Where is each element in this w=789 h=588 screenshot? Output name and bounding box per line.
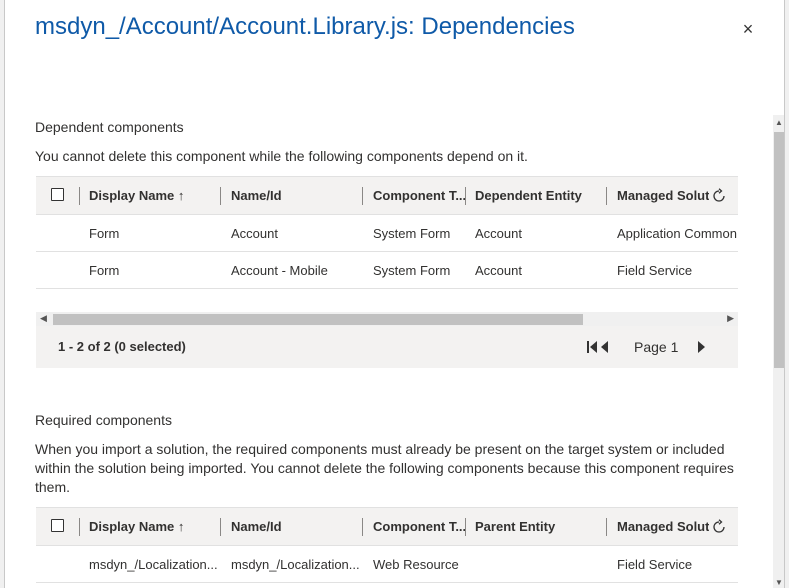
column-separator	[79, 518, 80, 536]
column-separator	[362, 187, 363, 205]
column-separator	[79, 187, 80, 205]
vertical-scrollbar[interactable]: ▲ ▼	[773, 115, 784, 588]
cell-managed-solution: Application Common	[617, 226, 737, 241]
cell-component-type: System Form	[373, 226, 451, 241]
grid-empty-space	[36, 289, 738, 312]
column-managed-solution[interactable]: Managed Solut	[617, 508, 709, 546]
cell-display-name: msdyn_/Localization...	[89, 557, 218, 572]
refresh-icon[interactable]	[710, 187, 728, 205]
scroll-right-icon[interactable]: ▶	[727, 313, 734, 324]
scroll-up-icon[interactable]: ▲	[775, 118, 783, 127]
required-section-title: Required components	[35, 412, 172, 428]
scroll-down-icon[interactable]: ▼	[775, 578, 783, 587]
column-separator	[606, 518, 607, 536]
column-display-name[interactable]: Display Name ↑	[89, 177, 219, 215]
scroll-left-icon[interactable]: ◀	[40, 313, 47, 324]
column-name-id[interactable]: Name/Id	[231, 177, 361, 215]
column-name-id[interactable]: Name/Id	[231, 508, 361, 546]
refresh-icon[interactable]	[710, 518, 728, 536]
cell-component-type: System Form	[373, 263, 451, 278]
dialog-title: msdyn_/Account/Account.Library.js: Depen…	[35, 13, 575, 40]
column-separator	[220, 187, 221, 205]
cell-parent-entity	[475, 546, 603, 583]
grid-footer: 1 - 2 of 2 (0 selected) Page 1	[36, 326, 738, 368]
close-icon[interactable]: ×	[738, 19, 758, 39]
required-section-description: When you import a solution, the required…	[35, 441, 734, 495]
column-parent-entity[interactable]: Parent Entity	[475, 508, 600, 546]
column-separator	[465, 187, 466, 205]
horizontal-scrollbar[interactable]: ◀ ▶	[36, 312, 738, 326]
required-grid: Display Name ↑ Name/Id Component T... Pa…	[36, 507, 738, 583]
dependent-grid: Display Name ↑ Name/Id Component T... De…	[36, 176, 738, 368]
table-row[interactable]: Form Account System Form Account Applica…	[36, 215, 738, 252]
cell-managed-solution: Field Service	[617, 557, 693, 572]
dependent-section-title: Dependent components	[35, 119, 184, 135]
dialog-content: Dependent components You cannot delete t…	[5, 115, 770, 588]
column-managed-solution[interactable]: Managed Solut	[617, 177, 709, 215]
table-row[interactable]: Form Account - Mobile System Form Accoun…	[36, 252, 738, 289]
next-page-icon[interactable]	[696, 340, 708, 354]
cell-dependent-entity: Account	[475, 263, 522, 278]
cell-managed-solution: Field Service	[617, 263, 693, 278]
grid-header: Display Name ↑ Name/Id Component T... Pa…	[36, 508, 738, 546]
column-separator	[465, 518, 466, 536]
record-count: 1 - 2 of 2 (0 selected)	[58, 339, 186, 354]
column-component-type[interactable]: Component T...	[373, 508, 465, 546]
table-row[interactable]: msdyn_/Localization... msdyn_/Localizati…	[36, 546, 738, 583]
cell-dependent-entity: Account	[475, 226, 522, 241]
select-all-checkbox[interactable]	[51, 188, 64, 201]
cell-name-id: msdyn_/Localization...	[231, 557, 360, 572]
dependencies-dialog: msdyn_/Account/Account.Library.js: Depen…	[4, 0, 785, 588]
cell-name-id: Account - Mobile	[231, 263, 328, 278]
column-dependent-entity[interactable]: Dependent Entity	[475, 177, 600, 215]
column-separator	[606, 187, 607, 205]
scrollbar-thumb[interactable]	[53, 314, 583, 325]
column-component-type[interactable]: Component T...	[373, 177, 465, 215]
cell-display-name: Form	[89, 263, 120, 278]
page-number: Page 1	[634, 339, 679, 355]
select-all-checkbox[interactable]	[51, 519, 64, 532]
dependent-section-description: You cannot delete this component while t…	[35, 148, 528, 164]
column-separator	[362, 518, 363, 536]
first-page-icon[interactable]	[585, 340, 615, 354]
cell-display-name: Form	[89, 226, 120, 241]
scrollbar-thumb[interactable]	[774, 132, 784, 368]
column-display-name[interactable]: Display Name ↑	[89, 508, 219, 546]
cell-name-id: Account	[231, 226, 278, 241]
grid-header: Display Name ↑ Name/Id Component T... De…	[36, 177, 738, 215]
column-separator	[220, 518, 221, 536]
cell-component-type: Web Resource	[373, 557, 459, 572]
